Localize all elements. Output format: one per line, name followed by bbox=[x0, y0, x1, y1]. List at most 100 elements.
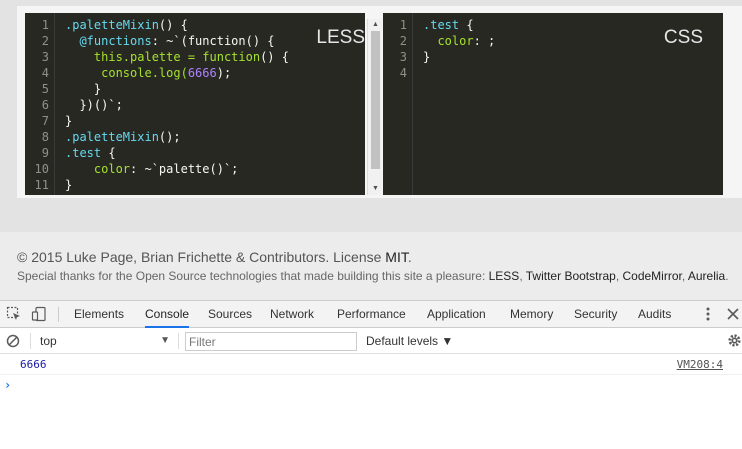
code-token: 6666 bbox=[187, 66, 217, 80]
link-less[interactable]: LESS bbox=[489, 269, 520, 283]
line-number: 2 bbox=[41, 34, 49, 48]
code-line: } bbox=[65, 113, 72, 129]
tab-elements[interactable]: Elements bbox=[74, 301, 124, 328]
console-output[interactable]: 6666 VM208:4 › bbox=[0, 354, 742, 449]
code-token: .paletteMixin bbox=[65, 18, 159, 32]
code-line: } bbox=[65, 177, 72, 193]
code-token: () { bbox=[158, 18, 188, 32]
code-token: console.log( bbox=[65, 66, 188, 80]
link-twitter-bootstrap[interactable]: Twitter Bootstrap bbox=[526, 269, 616, 283]
scroll-up-arrow-icon[interactable]: ▲ bbox=[368, 19, 383, 31]
code-line: })()`; bbox=[65, 97, 123, 113]
code-token: } bbox=[423, 50, 431, 64]
log-message: 6666 bbox=[20, 358, 47, 371]
context-selector[interactable]: top ▼ bbox=[40, 328, 174, 354]
more-options-icon[interactable] bbox=[701, 306, 715, 322]
code-token: ); bbox=[216, 66, 232, 80]
code-token: : ~`(function() { bbox=[151, 34, 275, 48]
code-token: color bbox=[423, 34, 474, 48]
editors-container: 1 2 3 4 5 6 7 8 9 10 11 .paletteMixin() { @functio… bbox=[17, 6, 742, 198]
footer-copyright: © 2015 Luke Page, Brian Frichette & Cont… bbox=[17, 249, 412, 265]
line-number: 2 bbox=[399, 34, 407, 48]
code-line: color: ; bbox=[423, 33, 495, 49]
footer-thanks: Special thanks for the Open Source techn… bbox=[17, 269, 729, 283]
toolbar-separator bbox=[178, 333, 179, 349]
line-number: 3 bbox=[41, 50, 49, 64]
log-levels-dropdown[interactable]: Default levels ▼ bbox=[366, 328, 453, 354]
license-link[interactable]: MIT bbox=[385, 249, 408, 265]
less-line-gutter: 1 2 3 4 5 6 7 8 9 10 11 bbox=[25, 13, 55, 195]
line-number: 8 bbox=[41, 130, 49, 144]
link-codemirror[interactable]: CodeMirror bbox=[622, 269, 681, 283]
clear-console-icon[interactable] bbox=[6, 334, 20, 348]
devtools-tab-bar: Elements Console Sources Network Perform… bbox=[0, 301, 742, 328]
less-editor[interactable]: 1 2 3 4 5 6 7 8 9 10 11 .paletteMixin() { @functio… bbox=[25, 13, 365, 195]
code-token: (); bbox=[158, 130, 181, 144]
copyright-text: © 2015 Luke Page, Brian Frichette & Cont… bbox=[17, 249, 386, 265]
code-line: .paletteMixin(); bbox=[65, 129, 181, 145]
code-token: .paletteMixin bbox=[65, 130, 159, 144]
inspect-element-icon[interactable] bbox=[6, 306, 22, 322]
log-source-link[interactable]: VM208:4 bbox=[677, 358, 723, 371]
scroll-down-arrow-icon[interactable]: ▼ bbox=[368, 183, 383, 195]
filter-input[interactable] bbox=[185, 332, 357, 351]
line-number: 1 bbox=[41, 18, 49, 32]
tab-audits[interactable]: Audits bbox=[638, 301, 671, 328]
thanks-text: Special thanks for the Open Source techn… bbox=[17, 269, 489, 283]
editor-area: 1 2 3 4 5 6 7 8 9 10 11 .paletteMixin() { @functio… bbox=[0, 0, 742, 232]
line-number: 1 bbox=[399, 18, 407, 32]
tab-security[interactable]: Security bbox=[574, 301, 617, 328]
thanks-end: . bbox=[725, 269, 729, 283]
tab-separator bbox=[58, 307, 59, 322]
code-line: .test { bbox=[65, 145, 116, 161]
line-number: 5 bbox=[41, 82, 49, 96]
code-token: } bbox=[65, 114, 73, 128]
code-token: color bbox=[65, 162, 131, 176]
code-token: .test bbox=[423, 18, 460, 32]
tab-sources[interactable]: Sources bbox=[208, 301, 252, 328]
code-line: .test { bbox=[423, 17, 474, 33]
css-panel-label: CSS bbox=[663, 27, 703, 48]
tab-memory[interactable]: Memory bbox=[510, 301, 553, 328]
line-number: 3 bbox=[399, 50, 407, 64]
less-editor-scrollbar[interactable]: ▲ ▼ bbox=[367, 19, 382, 195]
code-token: })()`; bbox=[65, 98, 123, 112]
code-line: console.log(6666); bbox=[65, 65, 231, 81]
chevron-down-icon: ▼ bbox=[160, 335, 170, 346]
scrollbar-thumb[interactable] bbox=[371, 31, 380, 169]
close-icon[interactable] bbox=[726, 307, 740, 321]
code-line: @functions: ~`(function() { bbox=[65, 33, 275, 49]
code-token: } bbox=[65, 178, 73, 192]
gear-icon[interactable] bbox=[727, 333, 742, 348]
copyright-period: . bbox=[407, 249, 412, 265]
line-number: 10 bbox=[34, 162, 49, 176]
line-number: 4 bbox=[41, 66, 49, 80]
code-token: function bbox=[202, 50, 261, 64]
devtools-panel: Elements Console Sources Network Perform… bbox=[0, 300, 742, 449]
code-line: this.palette = function() { bbox=[65, 49, 289, 65]
tab-network[interactable]: Network bbox=[270, 301, 314, 328]
code-token: .test bbox=[65, 146, 102, 160]
line-number: 9 bbox=[41, 146, 49, 160]
line-number: 7 bbox=[41, 114, 49, 128]
css-line-gutter: 1 2 3 4 bbox=[383, 13, 413, 195]
line-number: 6 bbox=[41, 98, 49, 112]
device-toolbar-icon[interactable] bbox=[31, 306, 47, 322]
tab-performance[interactable]: Performance bbox=[337, 301, 406, 328]
toolbar-separator bbox=[30, 333, 31, 349]
less-panel-label: LESS bbox=[316, 27, 365, 48]
link-aurelia[interactable]: Aurelia bbox=[688, 269, 725, 283]
tab-console[interactable]: Console bbox=[145, 301, 190, 328]
code-line: } bbox=[423, 49, 430, 65]
tab-application[interactable]: Application bbox=[427, 301, 486, 328]
page-footer: © 2015 Luke Page, Brian Frichette & Cont… bbox=[0, 232, 742, 300]
console-toolbar: top ▼ Default levels ▼ bbox=[0, 328, 742, 354]
code-line: } bbox=[65, 81, 101, 97]
css-output-editor[interactable]: 1 2 3 4 .test { color: ;} CSS bbox=[383, 13, 723, 195]
console-prompt-icon[interactable]: › bbox=[4, 378, 11, 392]
code-line: .paletteMixin() { bbox=[65, 17, 188, 33]
code-token: : ; bbox=[473, 34, 496, 48]
line-number: 11 bbox=[34, 178, 49, 192]
code-token: { bbox=[101, 146, 116, 160]
